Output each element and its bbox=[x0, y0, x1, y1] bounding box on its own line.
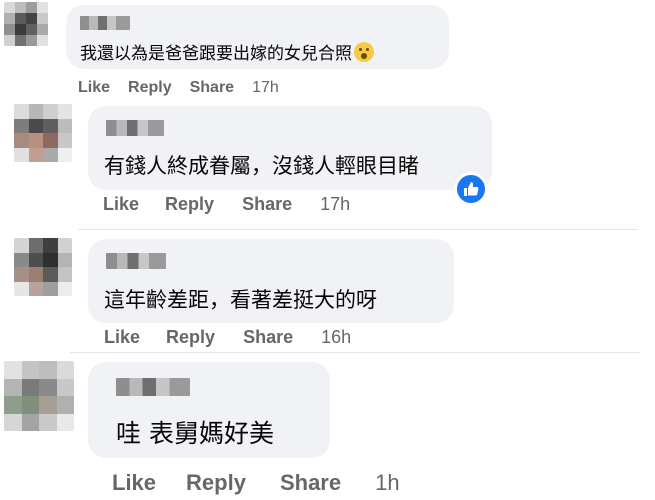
timestamp[interactable]: 17h bbox=[320, 194, 350, 215]
comment-text: 有錢人終成眷屬，沒錢人輕眼目睹 bbox=[104, 154, 419, 178]
thumbs-up-icon bbox=[464, 182, 479, 196]
comment-bubble: 有錢人終成眷屬，沒錢人輕眼目睹 bbox=[88, 106, 492, 190]
timestamp[interactable]: 1h bbox=[375, 470, 399, 496]
reply-link[interactable]: Reply bbox=[165, 194, 214, 215]
author-name[interactable] bbox=[116, 378, 190, 396]
comment-1: 我還以為是爸爸跟要出嫁的女兒合照 Like Reply Share 17h bbox=[0, 0, 655, 100]
comment-text: 哇 表舅媽好美 bbox=[116, 419, 274, 448]
author-name[interactable] bbox=[106, 253, 166, 269]
reply-link[interactable]: Reply bbox=[166, 327, 215, 348]
comment-bubble: 這年齡差距，看著差挺大的呀 bbox=[88, 239, 454, 323]
like-link[interactable]: Like bbox=[103, 194, 139, 215]
reply-link[interactable]: Reply bbox=[186, 470, 246, 496]
author-name[interactable] bbox=[80, 16, 130, 30]
like-link[interactable]: Like bbox=[112, 470, 156, 496]
author-name[interactable] bbox=[106, 120, 164, 136]
share-link[interactable]: Share bbox=[242, 194, 292, 215]
comment-text: 我還以為是爸爸跟要出嫁的女兒合照 bbox=[80, 39, 374, 64]
avatar[interactable] bbox=[4, 361, 74, 431]
comment-2: 有錢人終成眷屬，沒錢人輕眼目睹 Like Reply Share 17h bbox=[0, 100, 655, 230]
share-link[interactable]: Share bbox=[280, 470, 341, 496]
timestamp[interactable]: 16h bbox=[321, 327, 351, 348]
avatar[interactable] bbox=[14, 104, 72, 162]
comment-4: 哇 表舅媽好美 Like Reply Share 1h bbox=[0, 353, 655, 500]
comment-actions: Like Reply Share 17h bbox=[78, 79, 279, 97]
comment-text: 這年齡差距，看著差挺大的呀 bbox=[104, 288, 377, 312]
comment-3: 這年齡差距，看著差挺大的呀 Like Reply Share 16h bbox=[0, 230, 655, 350]
reply-link[interactable]: Reply bbox=[128, 79, 172, 97]
share-link[interactable]: Share bbox=[243, 327, 293, 348]
comment-actions: Like Reply Share 16h bbox=[104, 327, 351, 348]
timestamp[interactable]: 17h bbox=[252, 79, 279, 97]
avatar[interactable] bbox=[14, 238, 72, 296]
comment-actions: Like Reply Share 1h bbox=[112, 470, 400, 496]
comment-actions: Like Reply Share 17h bbox=[103, 194, 350, 215]
share-link[interactable]: Share bbox=[190, 79, 234, 97]
like-reaction-badge[interactable] bbox=[454, 172, 488, 206]
astonished-face-emoji-icon bbox=[354, 42, 374, 62]
comment-bubble: 哇 表舅媽好美 bbox=[88, 362, 330, 458]
avatar[interactable] bbox=[4, 2, 48, 46]
like-link[interactable]: Like bbox=[78, 79, 110, 97]
comment-bubble: 我還以為是爸爸跟要出嫁的女兒合照 bbox=[66, 5, 449, 69]
like-link[interactable]: Like bbox=[104, 327, 140, 348]
